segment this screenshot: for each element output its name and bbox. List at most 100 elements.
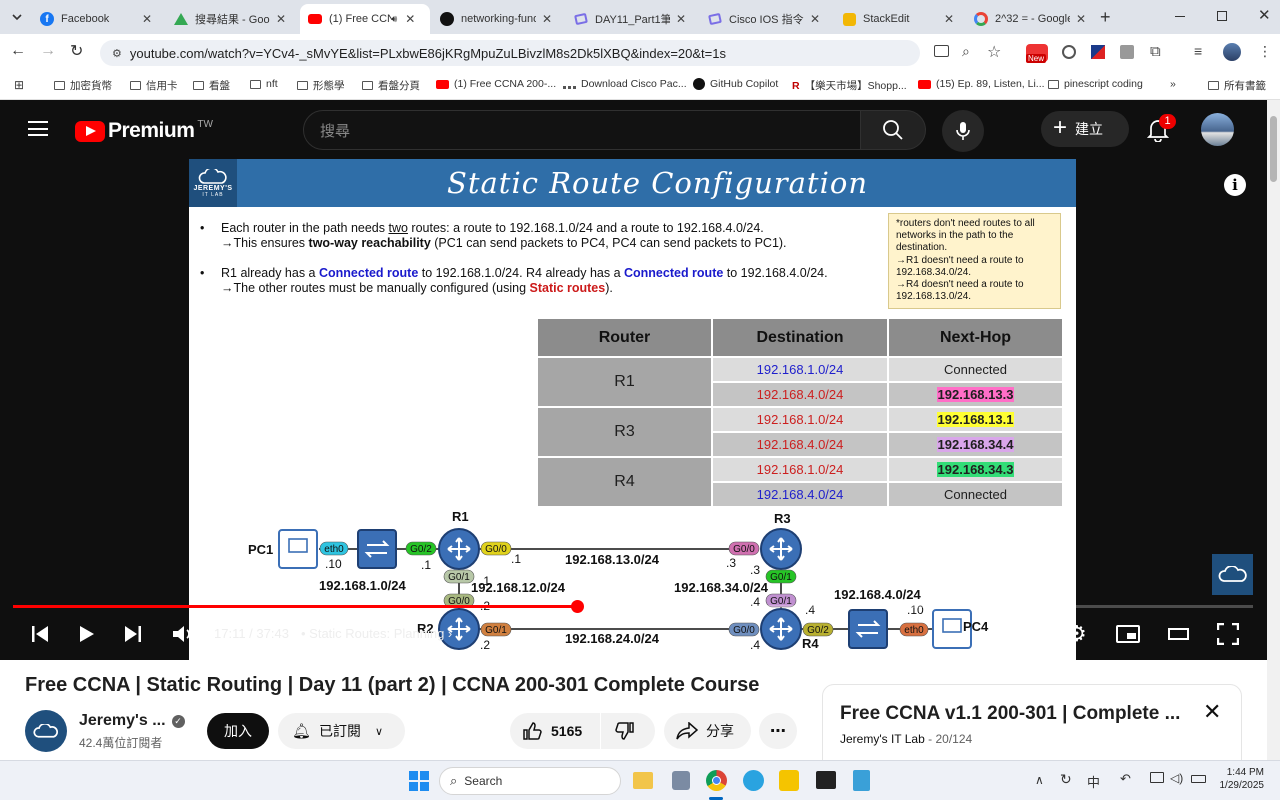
search-button[interactable] xyxy=(860,110,926,150)
browser-tab[interactable]: f Facebook ✕ xyxy=(32,4,162,34)
subscribed-button[interactable]: 🔔︎ 已訂閱 ∨ xyxy=(278,713,405,749)
previous-button[interactable] xyxy=(31,625,49,643)
zoom-icon[interactable]: ⌕ xyxy=(962,43,970,60)
theater-mode-button[interactable] xyxy=(1168,628,1189,640)
network-icon[interactable] xyxy=(1150,772,1164,783)
taskbar-search[interactable]: ⌕ Search xyxy=(439,767,621,795)
bookmark-item[interactable]: R 【樂天市場】Shopp... xyxy=(792,78,907,93)
file-explorer-icon[interactable] xyxy=(633,772,653,789)
video-frame-slide[interactable]: JEREMY'S IT LAB Static Route Configurati… xyxy=(189,159,1076,660)
browser-menu-icon[interactable]: ⋮ xyxy=(1258,43,1272,60)
browser-tab[interactable]: (1) Free CCNA🔊︎ ✕ xyxy=(300,4,430,34)
tray-icon-undo[interactable]: ↶ xyxy=(1120,771,1131,787)
playlist-title[interactable]: Free CCNA v1.1 200-301 | Complete ... xyxy=(840,703,1180,725)
speaker-icon[interactable]: ◁) xyxy=(1170,771,1183,785)
miniplayer-button[interactable] xyxy=(1116,625,1140,643)
tab-search-button[interactable] xyxy=(6,6,28,28)
tray-overflow-icon[interactable]: ∧ xyxy=(1035,773,1044,787)
bookmark-item[interactable]: pinescript coding xyxy=(1048,78,1143,90)
playlist-channel[interactable]: Jeremy's IT Lab xyxy=(840,732,925,746)
play-button[interactable] xyxy=(79,625,95,643)
browser-tab[interactable]: StackEdit ✕ xyxy=(834,4,964,34)
close-tab-icon[interactable]: ✕ xyxy=(540,12,554,26)
extension-icon-2[interactable] xyxy=(1062,45,1076,59)
close-tab-icon[interactable]: ✕ xyxy=(403,12,417,26)
bookmark-star-icon[interactable]: ☆ xyxy=(987,42,1001,62)
bookmarks-more-button[interactable]: » xyxy=(1170,78,1176,90)
bookmark-item[interactable]: 形態學 xyxy=(297,78,345,93)
join-button[interactable]: 加入 xyxy=(207,713,269,749)
channel-avatar[interactable] xyxy=(25,710,67,752)
address-bar[interactable]: ⚙ youtube.com/watch?v=YCv4-_sMvYE&list=P… xyxy=(100,40,920,66)
next-button[interactable] xyxy=(124,625,142,643)
settings-button[interactable]: ⚙ xyxy=(1067,621,1087,647)
bookmark-item[interactable]: (15) Ep. 89, Listen, Li... xyxy=(918,78,1045,90)
bookmark-item[interactable]: 加密貨幣 xyxy=(54,78,112,93)
browser-tab[interactable]: networking-fund ✕ xyxy=(432,4,562,34)
browser-tab[interactable]: Cisco IOS 指令新 ✕ xyxy=(700,4,830,34)
more-actions-button[interactable]: ⋯ xyxy=(759,713,797,749)
captions-button[interactable] xyxy=(1016,625,1040,643)
app-icon-2[interactable] xyxy=(672,771,690,790)
close-tab-icon[interactable]: ✕ xyxy=(942,12,956,26)
notifications-button[interactable]: 1 xyxy=(1147,114,1176,142)
dislike-button[interactable] xyxy=(601,713,655,749)
close-tab-icon[interactable]: ✕ xyxy=(140,12,154,26)
youtube-logo[interactable]: Premium TW xyxy=(75,119,213,143)
scrollbar-thumb[interactable] xyxy=(1270,116,1277,182)
share-button[interactable]: 分享 xyxy=(664,713,751,749)
telegram-icon[interactable] xyxy=(743,770,764,791)
page-scrollbar[interactable] xyxy=(1267,100,1280,760)
install-app-icon[interactable] xyxy=(934,45,949,57)
browser-tab[interactable]: 搜尋結果 - Google ✕ xyxy=(166,4,296,34)
video-info-icon[interactable]: i xyxy=(1224,174,1246,196)
mute-button[interactable] xyxy=(172,624,194,644)
minimize-button[interactable] xyxy=(1175,16,1185,17)
bookmark-item[interactable]: 看盤分頁 xyxy=(362,78,420,93)
reading-list-icon[interactable]: ≡ xyxy=(1194,43,1202,59)
close-tab-icon[interactable]: ✕ xyxy=(808,12,822,26)
browser-tab[interactable]: 2^32 = - Google ✕ xyxy=(966,4,1096,34)
bookmark-item[interactable]: 看盤 xyxy=(193,78,230,93)
site-info-icon[interactable]: ⚙ xyxy=(112,47,122,60)
restore-button[interactable] xyxy=(1217,11,1227,21)
forward-button[interactable]: → xyxy=(40,42,56,60)
ime-indicator[interactable]: 中 xyxy=(1087,772,1100,791)
channel-name[interactable]: Jeremy's ... ✓ xyxy=(79,712,185,730)
battery-icon[interactable] xyxy=(1191,775,1206,783)
fullscreen-button[interactable] xyxy=(1217,623,1239,645)
voice-search-button[interactable] xyxy=(942,110,984,152)
search-input[interactable]: 搜尋 xyxy=(303,110,861,150)
close-tab-icon[interactable]: ✕ xyxy=(1074,12,1088,26)
bookmark-item[interactable]: (1) Free CCNA 200-... xyxy=(436,78,556,90)
close-tab-icon[interactable]: ✕ xyxy=(674,12,688,26)
bookmark-item[interactable]: 信用卡 xyxy=(130,78,178,93)
extension-icon-4[interactable] xyxy=(1120,45,1134,59)
start-button[interactable] xyxy=(409,771,429,791)
reload-button[interactable]: ↻ xyxy=(70,41,83,61)
menu-hamburger-icon[interactable] xyxy=(28,121,48,136)
bookmark-item[interactable]: GitHub Copilot xyxy=(693,78,778,90)
bookmark-item[interactable]: Download Cisco Pac... xyxy=(563,78,687,90)
app-icon-yellow[interactable] xyxy=(779,770,799,791)
profile-avatar[interactable] xyxy=(1223,43,1241,61)
notepad-icon[interactable] xyxy=(853,770,870,791)
new-tab-button[interactable]: + xyxy=(1100,7,1111,28)
like-button[interactable]: 5165 xyxy=(510,713,600,749)
chapter-button[interactable]: • Static Routes: Planning › xyxy=(301,626,452,641)
clock[interactable]: 1:44 PM 1/29/2025 xyxy=(1216,767,1265,791)
channel-watermark[interactable] xyxy=(1212,554,1253,595)
create-button[interactable]: + 建立 xyxy=(1041,111,1129,147)
close-tab-icon[interactable]: ✕ xyxy=(274,12,288,26)
extension-icon-3[interactable] xyxy=(1091,45,1105,59)
close-window-button[interactable]: ✕ xyxy=(1258,6,1271,24)
all-bookmarks-folder[interactable]: 所有書籤 xyxy=(1208,78,1266,93)
terminal-icon[interactable] xyxy=(816,771,836,789)
account-avatar[interactable] xyxy=(1201,113,1234,146)
bookmark-item[interactable]: nft xyxy=(250,78,278,90)
progress-bar[interactable] xyxy=(13,600,1253,613)
apps-grid-icon[interactable]: ⊞ xyxy=(14,78,24,92)
tray-sync-icon[interactable]: ↻ xyxy=(1060,771,1072,788)
back-button[interactable]: ← xyxy=(10,42,26,60)
browser-tab[interactable]: DAY11_Part1筆記 ✕ xyxy=(566,4,696,34)
